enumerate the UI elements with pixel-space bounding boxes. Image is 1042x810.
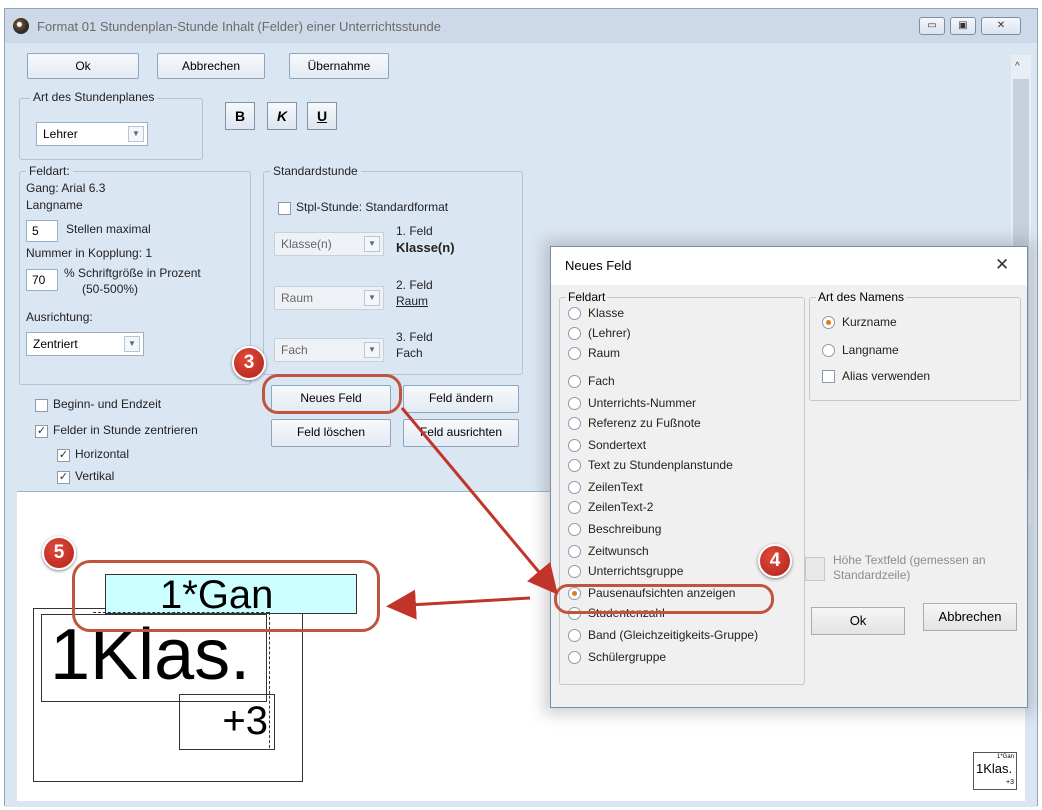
arrow-to-option [400,407,558,595]
annotation-arrows [386,407,558,620]
arrow-to-preview [386,589,531,620]
